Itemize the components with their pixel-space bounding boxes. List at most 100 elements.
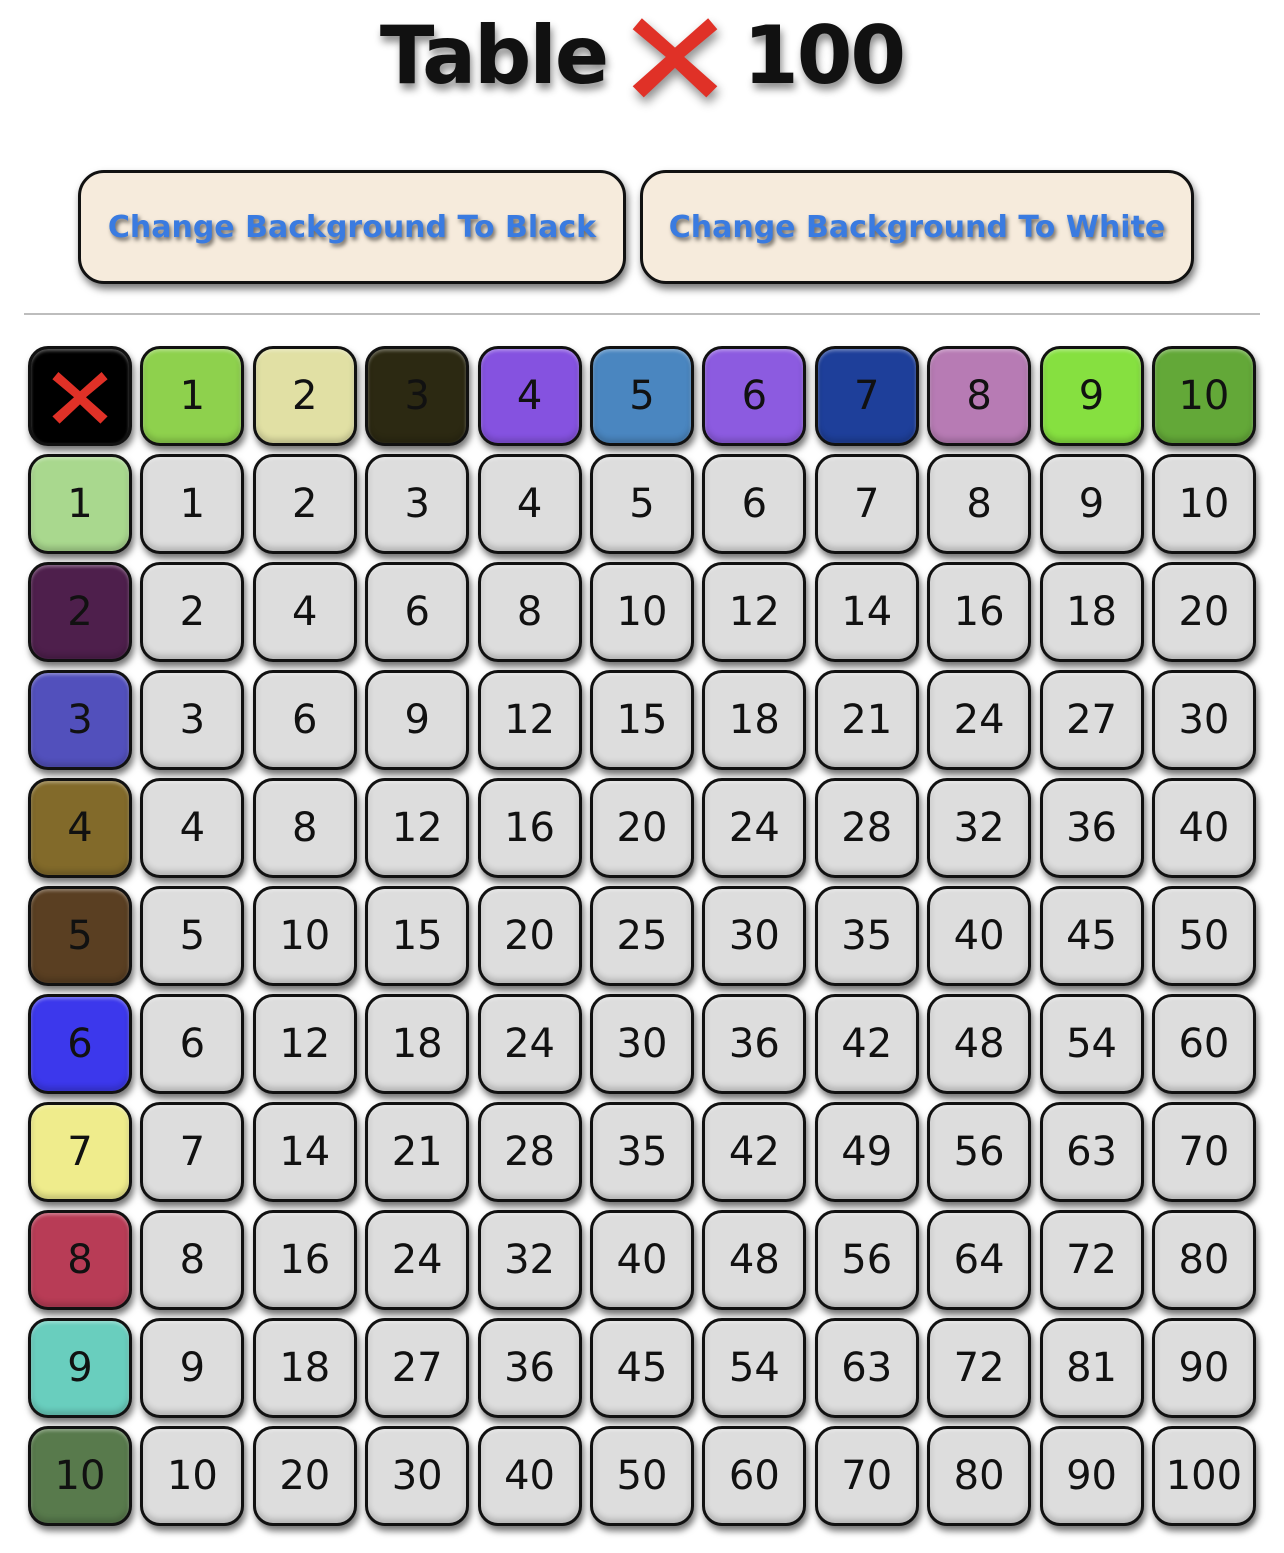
column-header-1[interactable]: 1 [140,346,245,446]
column-header-7[interactable]: 7 [814,346,919,446]
table-cell[interactable]: 36 [702,994,807,1094]
row-header-10[interactable]: 10 [28,1426,132,1526]
table-cell[interactable]: 24 [365,1210,470,1310]
table-cell[interactable]: 64 [927,1210,1032,1310]
table-cell[interactable]: 8 [477,562,582,662]
table-cell[interactable]: 3 [140,670,245,770]
table-cell[interactable]: 72 [927,1318,1032,1418]
change-background-black-button[interactable]: Change Background To Black [78,170,626,284]
column-header-3[interactable]: 3 [365,346,470,446]
column-header-4[interactable]: 4 [477,346,582,446]
table-cell[interactable]: 15 [589,670,694,770]
table-cell[interactable]: 18 [702,670,807,770]
table-cell[interactable]: 16 [477,778,582,878]
table-cell[interactable]: 36 [1039,778,1144,878]
table-cell[interactable]: 42 [702,1102,807,1202]
table-cell[interactable]: 50 [589,1426,694,1526]
table-cell[interactable]: 21 [814,670,919,770]
table-cell[interactable]: 6 [140,994,245,1094]
column-header-9[interactable]: 9 [1039,346,1144,446]
table-cell[interactable]: 24 [927,670,1032,770]
table-cell[interactable]: 35 [814,886,919,986]
table-cell[interactable]: 90 [1039,1426,1144,1526]
table-cell[interactable]: 12 [477,670,582,770]
table-cell[interactable]: 48 [927,994,1032,1094]
table-cell[interactable]: 24 [702,778,807,878]
table-cell[interactable]: 70 [1151,1102,1256,1202]
column-header-2[interactable]: 2 [252,346,357,446]
table-cell[interactable]: 42 [814,994,919,1094]
table-cell[interactable]: 54 [702,1318,807,1418]
table-cell[interactable]: 12 [252,994,357,1094]
row-header-5[interactable]: 5 [28,886,132,986]
table-cell[interactable]: 16 [927,562,1032,662]
table-cell[interactable]: 10 [252,886,357,986]
table-cell[interactable]: 18 [252,1318,357,1418]
table-cell[interactable]: 12 [702,562,807,662]
table-cell[interactable]: 20 [589,778,694,878]
table-cell[interactable]: 20 [252,1426,357,1526]
table-cell[interactable]: 7 [140,1102,245,1202]
row-header-9[interactable]: 9 [28,1318,132,1418]
table-cell[interactable]: 40 [1151,778,1256,878]
table-cell[interactable]: 9 [140,1318,245,1418]
table-cell[interactable]: 40 [927,886,1032,986]
row-header-1[interactable]: 1 [28,454,132,554]
table-cell[interactable]: 32 [927,778,1032,878]
table-cell[interactable]: 63 [1039,1102,1144,1202]
table-cell[interactable]: 8 [927,454,1032,554]
table-cell[interactable]: 20 [1151,562,1256,662]
table-cell[interactable]: 5 [140,886,245,986]
table-cell[interactable]: 20 [477,886,582,986]
table-cell[interactable]: 3 [365,454,470,554]
table-cell[interactable]: 12 [365,778,470,878]
table-cell[interactable]: 30 [589,994,694,1094]
table-cell[interactable]: 40 [589,1210,694,1310]
table-cell[interactable]: 16 [252,1210,357,1310]
table-cell[interactable]: 8 [140,1210,245,1310]
table-cell[interactable]: 9 [365,670,470,770]
row-header-8[interactable]: 8 [28,1210,132,1310]
table-cell[interactable]: 5 [589,454,694,554]
column-header-8[interactable]: 8 [927,346,1032,446]
table-cell[interactable]: 2 [140,562,245,662]
table-cell[interactable]: 21 [365,1102,470,1202]
row-header-2[interactable]: 2 [28,562,132,662]
row-header-6[interactable]: 6 [28,994,132,1094]
table-cell[interactable]: 6 [702,454,807,554]
row-header-7[interactable]: 7 [28,1102,132,1202]
row-header-4[interactable]: 4 [28,778,132,878]
table-cell[interactable]: 4 [140,778,245,878]
row-header-3[interactable]: 3 [28,670,132,770]
table-cell[interactable]: 72 [1039,1210,1144,1310]
table-cell[interactable]: 50 [1151,886,1256,986]
table-cell[interactable]: 28 [814,778,919,878]
table-cell[interactable]: 27 [365,1318,470,1418]
table-cell[interactable]: 8 [252,778,357,878]
table-cell[interactable]: 28 [477,1102,582,1202]
table-cell[interactable]: 9 [1039,454,1144,554]
column-header-5[interactable]: 5 [589,346,694,446]
table-cell[interactable]: 40 [477,1426,582,1526]
table-cell[interactable]: 25 [589,886,694,986]
table-cell[interactable]: 30 [702,886,807,986]
table-cell[interactable]: 49 [814,1102,919,1202]
table-cell[interactable]: 45 [1039,886,1144,986]
table-cell[interactable]: 14 [814,562,919,662]
table-cell[interactable]: 63 [814,1318,919,1418]
table-cell[interactable]: 24 [477,994,582,1094]
table-cell[interactable]: 6 [252,670,357,770]
table-cell[interactable]: 30 [1151,670,1256,770]
table-cell[interactable]: 54 [1039,994,1144,1094]
table-cell[interactable]: 80 [1151,1210,1256,1310]
table-cell[interactable]: 80 [927,1426,1032,1526]
table-cell[interactable]: 27 [1039,670,1144,770]
table-cell[interactable]: 18 [1039,562,1144,662]
table-cell[interactable]: 2 [252,454,357,554]
table-cell[interactable]: 7 [814,454,919,554]
table-cell[interactable]: 14 [252,1102,357,1202]
table-cell[interactable]: 15 [365,886,470,986]
table-cell[interactable]: 35 [589,1102,694,1202]
table-cell[interactable]: 60 [1151,994,1256,1094]
table-cell[interactable]: 56 [927,1102,1032,1202]
